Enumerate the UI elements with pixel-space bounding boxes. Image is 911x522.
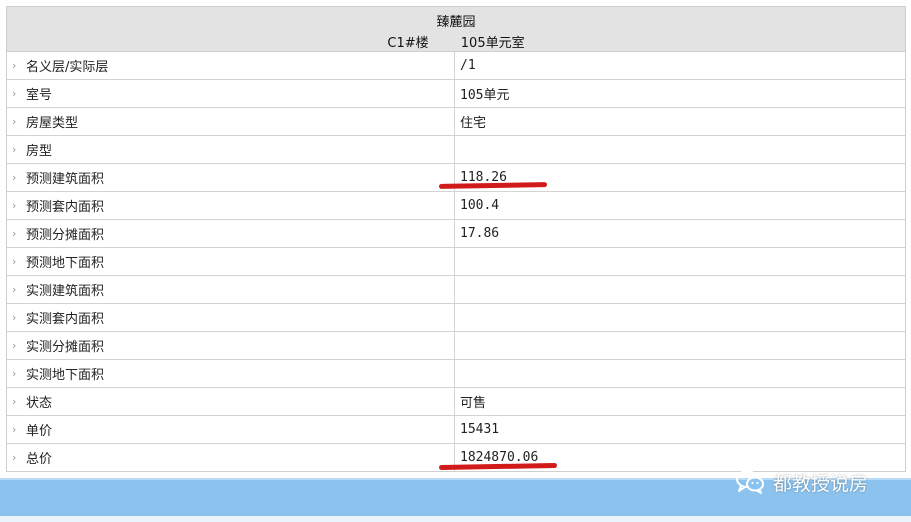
- chevron-right-icon: ›: [12, 339, 17, 352]
- unit-subtitle: C1#楼 105单元室: [7, 32, 905, 51]
- chevron-right-icon: ›: [12, 59, 17, 72]
- bottom-strip: [0, 516, 911, 522]
- row-label-cell: › 单价: [7, 416, 455, 443]
- chevron-right-icon: ›: [12, 283, 17, 296]
- chevron-right-icon: ›: [12, 423, 17, 436]
- table-row: › 室号 105单元: [7, 80, 905, 108]
- table-row: › 状态 可售: [7, 388, 905, 416]
- row-label: 名义层/实际层: [26, 60, 109, 75]
- row-value: [455, 360, 905, 387]
- row-value: 可售: [460, 396, 487, 411]
- chevron-right-icon: ›: [12, 395, 17, 408]
- chevron-right-icon: ›: [12, 227, 17, 240]
- chevron-right-icon: ›: [12, 143, 17, 156]
- wechat-watermark: 都教授说房: [735, 466, 868, 498]
- row-value: 100.4: [460, 198, 500, 213]
- page: 臻麓园 C1#楼 105单元室 › 名义层/实际层 /1 › 室号 105单元 › 房…: [0, 0, 911, 522]
- row-label-cell: › 房型: [7, 136, 455, 163]
- unit-label: 105单元室: [460, 36, 525, 51]
- chevron-right-icon: ›: [12, 199, 17, 212]
- row-label: 单价: [26, 424, 53, 439]
- row-label-cell: › 实测地下面积: [7, 360, 455, 387]
- red-underline-mark: [438, 462, 558, 471]
- row-label: 实测套内面积: [26, 312, 105, 327]
- table-row: › 名义层/实际层 /1: [7, 52, 905, 80]
- red-underline-mark: [438, 182, 548, 189]
- project-name: 臻麓园: [436, 15, 476, 30]
- row-label: 预测分摊面积: [26, 228, 105, 243]
- row-value: [455, 332, 905, 359]
- table-row: › 预测建筑面积 118.26: [7, 164, 905, 192]
- row-label: 预测套内面积: [26, 200, 105, 215]
- table-row: › 单价 15431: [7, 416, 905, 444]
- row-label: 实测分摊面积: [26, 340, 105, 355]
- table-row: › 预测地下面积: [7, 248, 905, 276]
- chevron-right-icon: ›: [12, 311, 17, 324]
- row-label-cell: › 室号: [7, 80, 455, 107]
- row-value: 住宅: [460, 116, 487, 131]
- watermark-text: 都教授说房: [773, 472, 869, 495]
- row-value: /1: [460, 58, 476, 73]
- row-label-cell: › 预测建筑面积: [7, 164, 455, 191]
- row-value: [455, 304, 905, 331]
- table-row: › 实测分摊面积: [7, 332, 905, 360]
- row-label: 总价: [26, 452, 53, 467]
- row-value: 105单元: [460, 88, 510, 103]
- row-value: 118.26: [438, 164, 905, 191]
- row-label-cell: › 房屋类型: [7, 108, 455, 135]
- row-label-cell: › 状态: [7, 388, 455, 415]
- row-label-cell: › 预测套内面积: [7, 192, 455, 219]
- row-value: [455, 136, 905, 163]
- row-label: 房型: [26, 144, 53, 159]
- chevron-right-icon: ›: [12, 115, 17, 128]
- row-label: 状态: [26, 396, 53, 411]
- row-label-cell: › 实测套内面积: [7, 304, 455, 331]
- row-value: 17.86: [460, 226, 500, 241]
- table-row: › 实测地下面积: [7, 360, 905, 388]
- row-label-cell: › 名义层/实际层: [7, 52, 455, 79]
- table-row: › 实测套内面积: [7, 304, 905, 332]
- table-row: › 预测分摊面积 17.86: [7, 220, 905, 248]
- chevron-right-icon: ›: [12, 87, 17, 100]
- row-value: 15431: [460, 422, 500, 437]
- row-label: 预测地下面积: [26, 256, 105, 271]
- row-label-cell: › 预测地下面积: [7, 248, 455, 275]
- row-label-cell: › 实测建筑面积: [7, 276, 455, 303]
- row-value: [455, 276, 905, 303]
- table-row: › 房屋类型 住宅: [7, 108, 905, 136]
- row-label-cell: › 总价: [7, 444, 455, 471]
- row-label: 实测建筑面积: [26, 284, 105, 299]
- row-label: 预测建筑面积: [26, 172, 105, 187]
- chevron-right-icon: ›: [12, 367, 17, 380]
- row-label: 房屋类型: [26, 116, 79, 131]
- chevron-right-icon: ›: [12, 255, 17, 268]
- table-row: › 房型: [7, 136, 905, 164]
- row-label: 实测地下面积: [26, 368, 105, 383]
- chevron-right-icon: ›: [12, 451, 17, 464]
- table-row: › 实测建筑面积: [7, 276, 905, 304]
- table-row: › 预测套内面积 100.4: [7, 192, 905, 220]
- row-label-cell: › 预测分摊面积: [7, 220, 455, 247]
- row-label: 室号: [26, 88, 53, 103]
- wechat-icon: [736, 470, 764, 494]
- unit-info-table: 臻麓园 C1#楼 105单元室 › 名义层/实际层 /1 › 室号 105单元 › 房…: [6, 6, 906, 472]
- table-header: 臻麓园 C1#楼 105单元室: [7, 7, 905, 52]
- building-label: C1#楼: [387, 36, 429, 51]
- row-label-cell: › 实测分摊面积: [7, 332, 455, 359]
- row-value: [455, 248, 905, 275]
- chevron-right-icon: ›: [12, 171, 17, 184]
